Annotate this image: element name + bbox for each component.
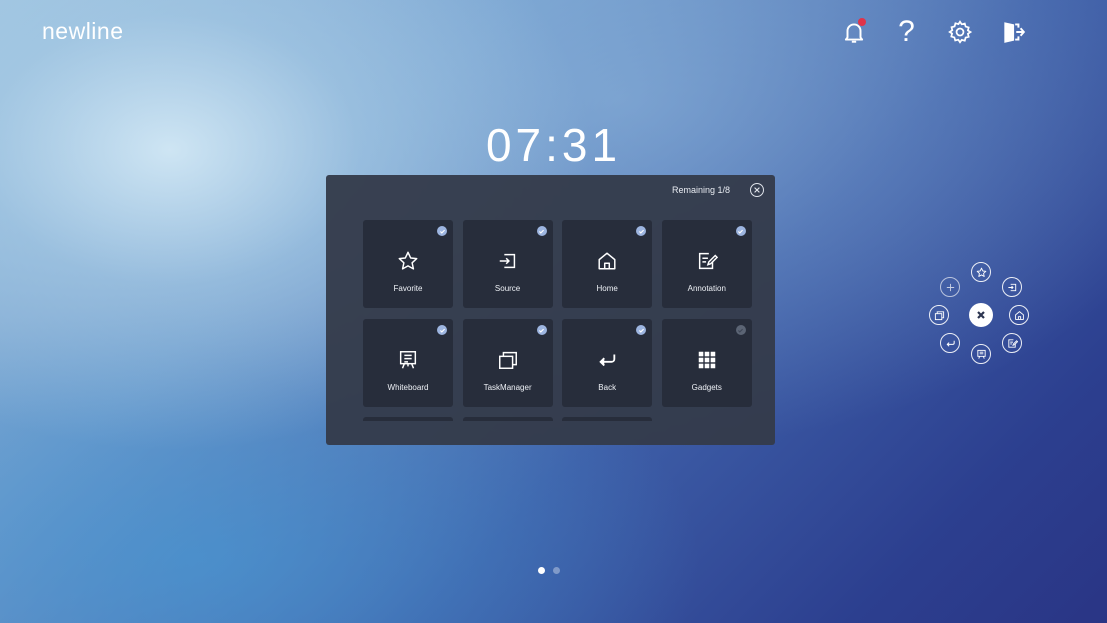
tile-back[interactable]: Back: [562, 319, 653, 407]
whiteboard-icon: [399, 351, 417, 369]
tile-home[interactable]: Home: [562, 220, 653, 308]
help-button[interactable]: ?: [880, 16, 933, 48]
gear-icon: [947, 20, 972, 44]
add-icon: [946, 283, 954, 291]
tile-label: Favorite: [393, 284, 423, 293]
menu-back-button[interactable]: [940, 333, 960, 353]
next-row-preview: [363, 417, 653, 421]
tile-label: Gadgets: [691, 383, 722, 392]
menu-close-button[interactable]: [969, 303, 993, 327]
menu-favorite-button[interactable]: [971, 262, 991, 282]
menu-home-button[interactable]: [1009, 305, 1029, 325]
function-grid: Favorite Source Home Annotation Whiteboa…: [363, 220, 752, 407]
tile-stub: [462, 417, 553, 421]
page-indicator: [538, 567, 560, 574]
source-icon: [1007, 283, 1016, 291]
tile-stub: [363, 417, 453, 421]
notifications-button[interactable]: [827, 16, 880, 48]
tile-annotation[interactable]: Annotation: [661, 220, 752, 308]
task-manager-icon: [934, 310, 944, 320]
tile-label: Home: [596, 284, 618, 293]
clock: 07:31: [485, 119, 622, 171]
annotation-icon: [698, 252, 718, 270]
task-manager-icon: [498, 351, 517, 369]
notification-badge: [858, 18, 866, 26]
check-icon: [536, 226, 547, 236]
tile-label: Source: [494, 284, 521, 293]
menu-source-button[interactable]: [1002, 277, 1022, 297]
star-icon: [976, 267, 986, 277]
check-icon: [636, 325, 647, 335]
help-icon: ?: [898, 15, 915, 48]
check-icon: [437, 226, 447, 236]
whiteboard-icon: [976, 349, 986, 359]
tile-label: TaskManager: [483, 383, 532, 392]
exit-icon: [1003, 22, 1025, 43]
logo: newline: [42, 18, 124, 44]
page-dot-1[interactable]: [538, 567, 545, 574]
check-icon: [437, 325, 447, 335]
menu-add-button[interactable]: [940, 277, 960, 297]
check-icon: [636, 226, 647, 236]
tile-label: Annotation: [687, 284, 726, 293]
close-icon: [754, 187, 760, 193]
menu-annotation-button[interactable]: [1002, 333, 1022, 353]
check-icon: [735, 226, 746, 236]
star-icon: [398, 251, 418, 270]
check-icon: [735, 325, 746, 335]
annotation-icon: [1007, 338, 1018, 348]
settings-button[interactable]: [933, 16, 986, 48]
tile-gadgets[interactable]: Gadgets: [661, 319, 752, 407]
menu-task-manager-button[interactable]: [929, 305, 949, 325]
close-icon: [977, 311, 985, 319]
tile-whiteboard[interactable]: Whiteboard: [363, 319, 453, 407]
page-dot-2[interactable]: [553, 567, 560, 574]
back-icon: [946, 340, 955, 347]
exit-button[interactable]: [986, 16, 1039, 48]
check-icon: [536, 325, 547, 335]
tile-stub: [562, 417, 653, 421]
tile-label: Whiteboard: [387, 383, 429, 392]
home-icon: [598, 252, 616, 270]
remaining-counter: Remaining 1/8: [671, 185, 730, 195]
home-icon: [1014, 310, 1024, 320]
menu-whiteboard-button[interactable]: [971, 344, 991, 364]
source-icon: [499, 253, 515, 269]
tile-favorite[interactable]: Favorite: [363, 220, 453, 308]
gadgets-icon: [698, 351, 716, 369]
back-icon: [599, 354, 616, 367]
quick-menu-editor-panel: Remaining 1/8 Favorite Source Home Annot…: [326, 175, 775, 445]
close-panel-button[interactable]: [750, 183, 764, 197]
tile-source[interactable]: Source: [462, 220, 553, 308]
tile-task-manager[interactable]: TaskManager: [462, 319, 553, 407]
top-toolbar: ?: [827, 16, 1039, 48]
floating-quick-menu: [926, 262, 1036, 372]
tile-label: Back: [598, 383, 617, 392]
